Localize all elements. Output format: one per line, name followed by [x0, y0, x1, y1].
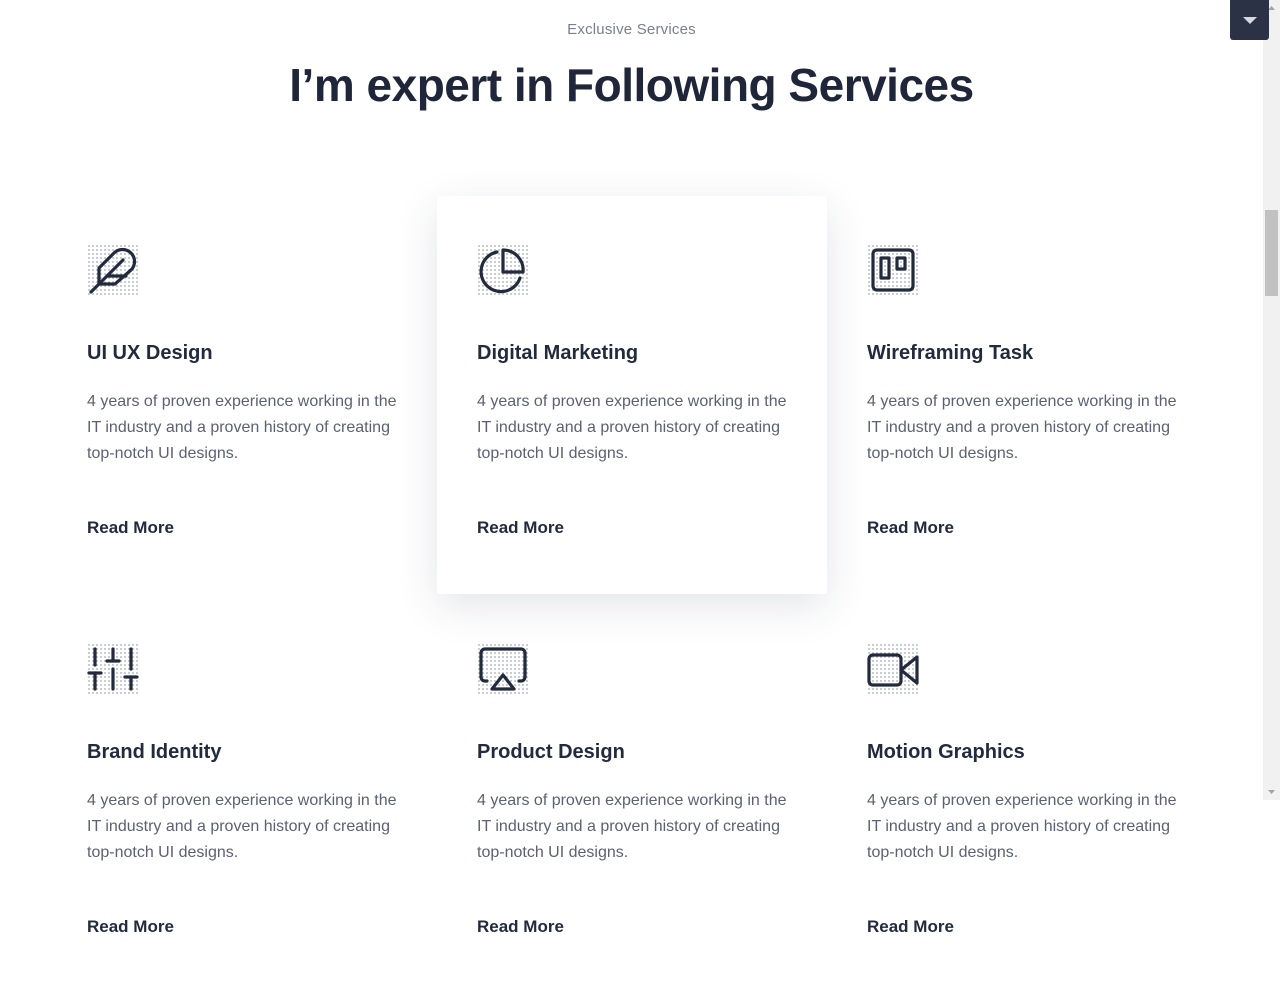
feather-icon: [87, 244, 139, 296]
service-title: Motion Graphics: [867, 741, 1025, 763]
video-camera-icon: [867, 643, 919, 695]
read-more-link[interactable]: Read More: [87, 917, 174, 937]
menu-dropdown-button[interactable]: [1230, 0, 1269, 40]
service-title: Digital Marketing: [477, 342, 639, 364]
service-description: 4 years of proven experience working in …: [477, 393, 787, 462]
scroll-down-arrow-icon[interactable]: [1263, 783, 1280, 800]
service-title: Brand Identity: [87, 741, 222, 763]
service-title: Product Design: [477, 741, 625, 763]
caret-down-icon: [1242, 17, 1257, 24]
section-subtitle: Exclusive Services: [567, 21, 696, 38]
service-card-ui-ux: UI UX Design 4 years of proven experienc…: [47, 196, 437, 594]
service-card-wireframing: Wireframing Task 4 years of proven exper…: [827, 196, 1217, 594]
vertical-scrollbar[interactable]: [1263, 0, 1280, 800]
airplay-icon: [477, 643, 529, 695]
service-title: UI UX Design: [87, 342, 213, 364]
service-description: 4 years of proven experience working in …: [87, 393, 397, 462]
service-card-brand-identity: Brand Identity 4 years of proven experie…: [47, 595, 437, 993]
service-description: 4 years of proven experience working in …: [867, 393, 1177, 462]
service-title: Wireframing Task: [867, 342, 1034, 364]
section-title: I’m expert in Following Services: [289, 59, 974, 111]
scrollbar-thumb[interactable]: [1265, 210, 1278, 296]
service-card-digital-marketing: Digital Marketing 4 years of proven expe…: [437, 196, 827, 594]
service-card-motion-graphics: Motion Graphics 4 years of proven experi…: [827, 595, 1217, 993]
service-card-product-design: Product Design 4 years of proven experie…: [437, 595, 827, 993]
read-more-link[interactable]: Read More: [477, 518, 564, 538]
pie-chart-icon: [477, 244, 529, 296]
read-more-link[interactable]: Read More: [87, 518, 174, 538]
read-more-link[interactable]: Read More: [867, 518, 954, 538]
trello-board-icon: [867, 244, 919, 296]
sliders-icon: [87, 643, 139, 695]
read-more-link[interactable]: Read More: [867, 917, 954, 937]
read-more-link[interactable]: Read More: [477, 917, 564, 937]
